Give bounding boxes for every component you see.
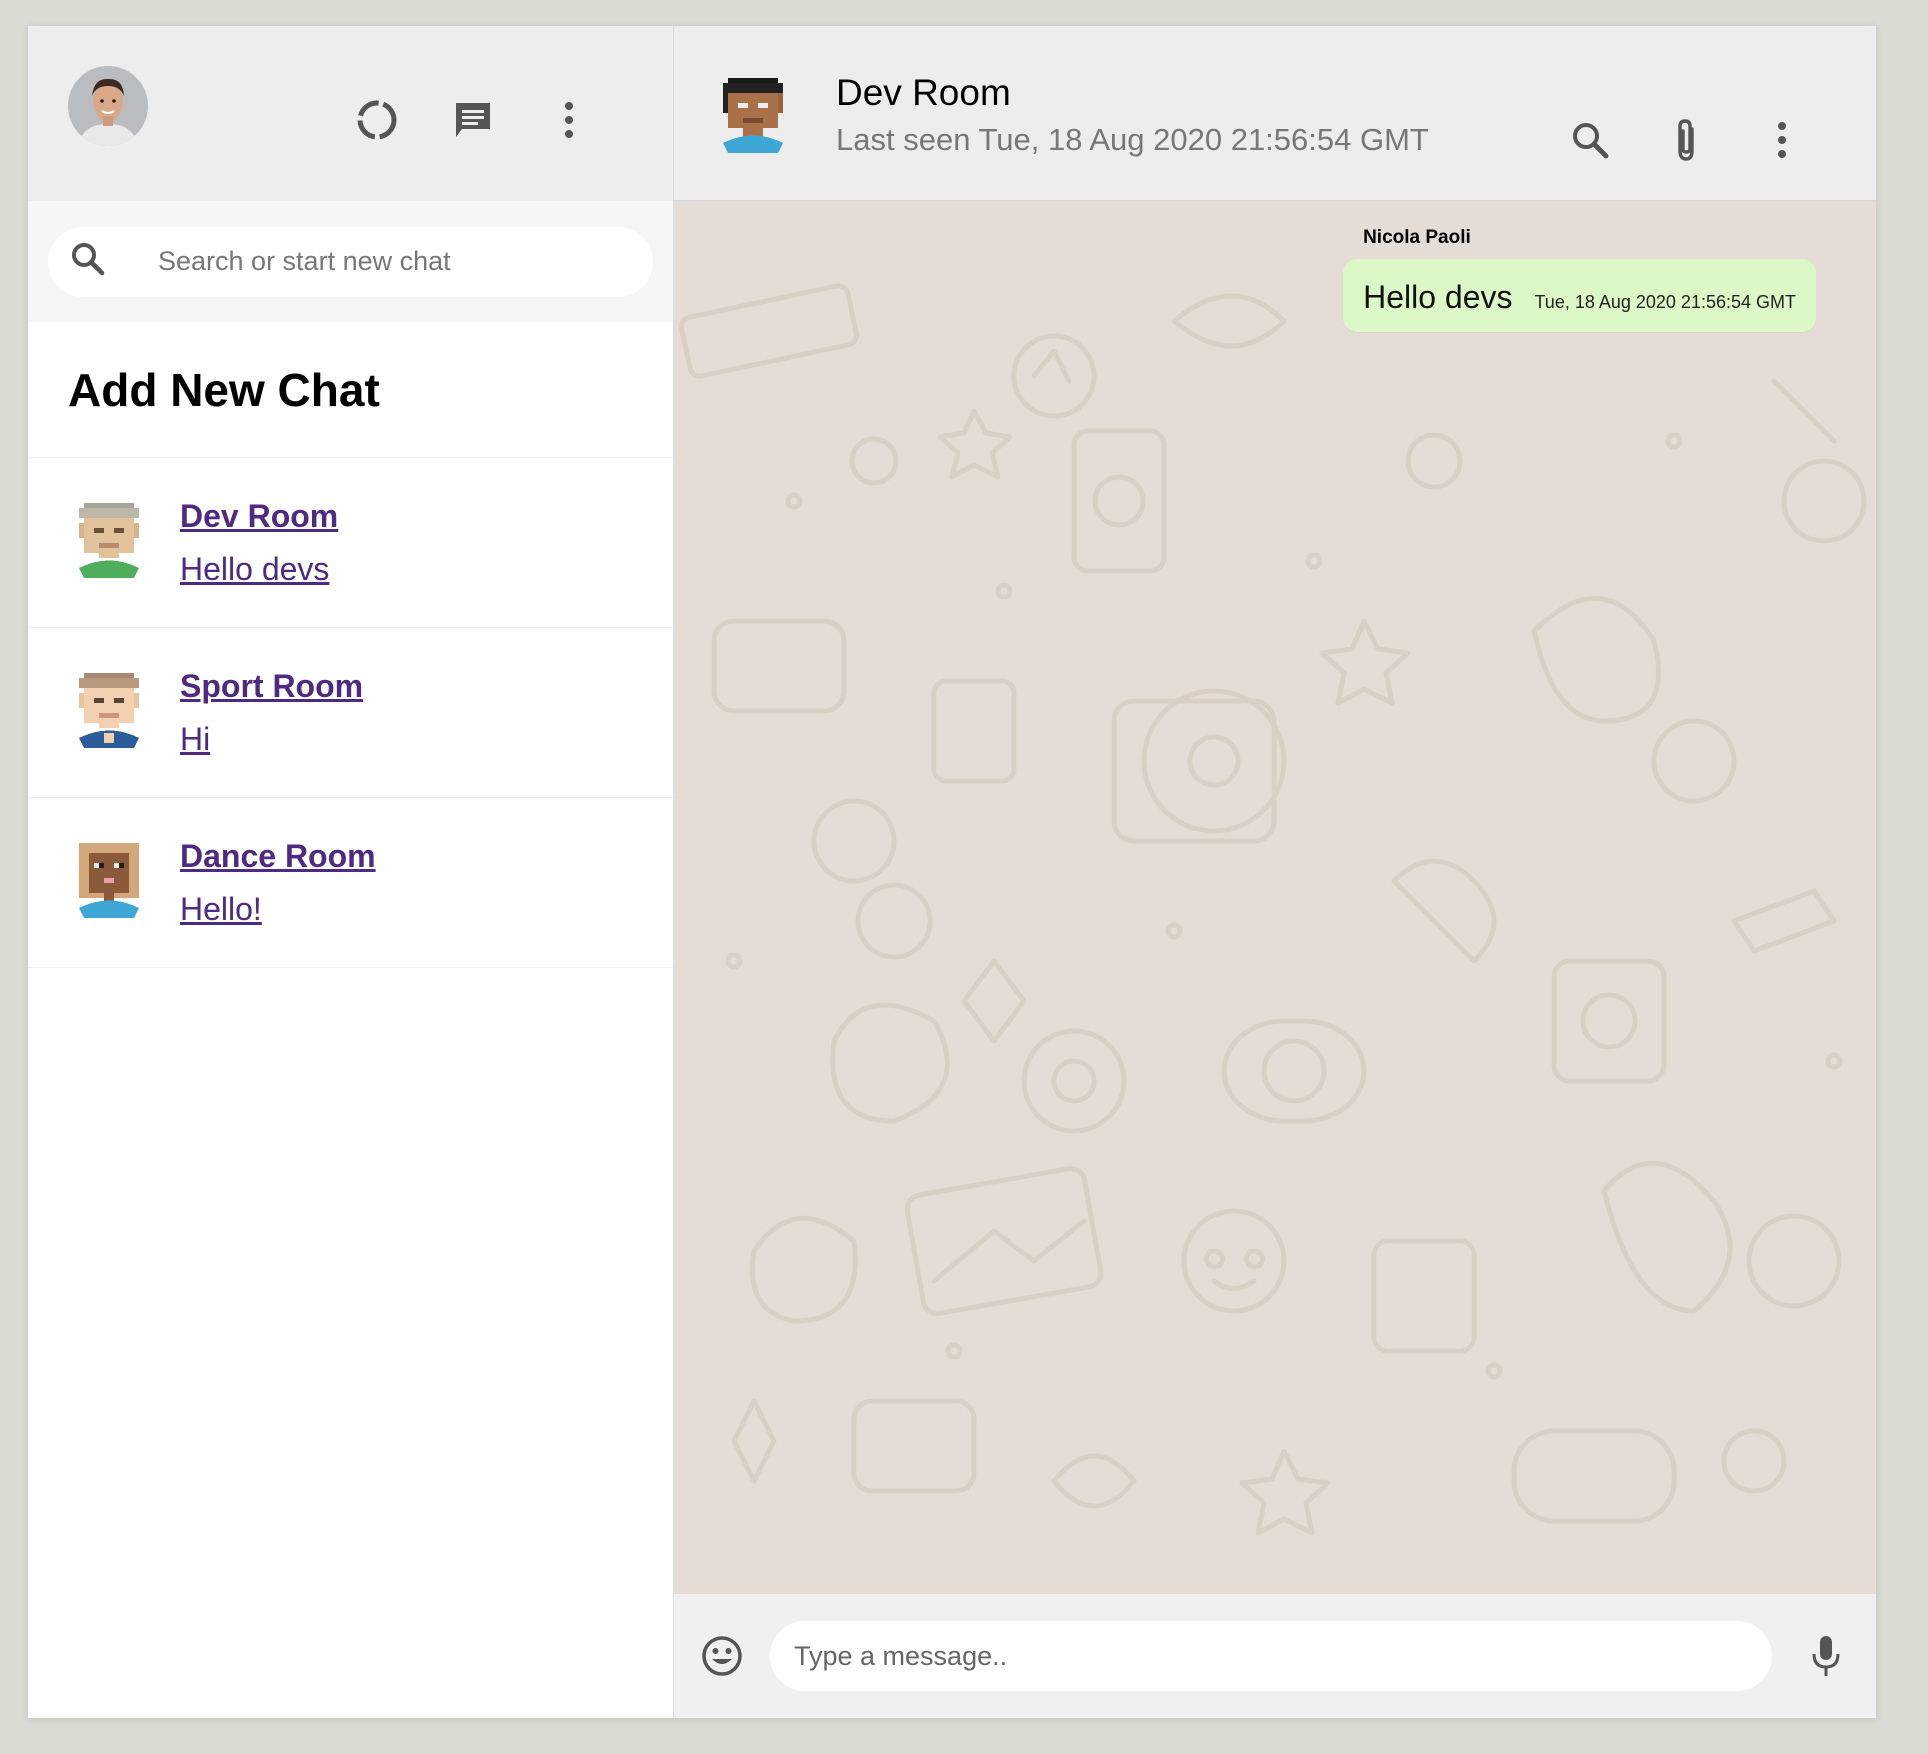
chat-body: Nicola Paoli Hello devs Tue, 18 Aug 2020… bbox=[674, 201, 1876, 1594]
status-icon[interactable] bbox=[329, 88, 425, 152]
app-window: Add New Chat Dev Room He bbox=[28, 26, 1876, 1718]
sidebar: Add New Chat Dev Room He bbox=[28, 26, 674, 1718]
mic-icon[interactable] bbox=[1802, 1632, 1850, 1680]
chat-list-item[interactable]: Dance Room Hello! bbox=[28, 798, 673, 968]
chat-list-item[interactable]: Sport Room Hi bbox=[28, 628, 673, 798]
pixel-avatar-blue bbox=[74, 672, 144, 753]
message-sender: Nicola Paoli bbox=[1363, 227, 1471, 248]
search-input[interactable] bbox=[156, 245, 580, 278]
sidebar-header bbox=[28, 26, 673, 201]
emoji-icon[interactable] bbox=[698, 1632, 746, 1680]
pixel-avatar-green bbox=[74, 502, 144, 583]
avatar[interactable] bbox=[68, 66, 148, 146]
message-input[interactable] bbox=[792, 1639, 1772, 1673]
attach-icon[interactable] bbox=[1638, 108, 1734, 172]
message-timestamp: Tue, 18 Aug 2020 21:56:54 GMT bbox=[1534, 292, 1796, 312]
room-avatar[interactable] bbox=[718, 78, 788, 158]
wallpaper-pattern bbox=[678, 283, 1867, 1536]
add-new-chat[interactable]: Add New Chat bbox=[28, 322, 673, 458]
more-vert-icon[interactable] bbox=[1734, 108, 1830, 172]
chat-last-message[interactable]: Hi bbox=[180, 721, 363, 758]
pixel-avatar-cyan bbox=[74, 842, 144, 923]
last-seen-text: Last seen Tue, 18 Aug 2020 21:56:54 GMT bbox=[836, 122, 1429, 157]
chat-name[interactable]: Dev Room bbox=[180, 498, 338, 535]
add-new-chat-label: Add New Chat bbox=[68, 363, 380, 416]
room-title: Dev Room bbox=[836, 72, 1011, 113]
message: Nicola Paoli Hello devs Tue, 18 Aug 2020… bbox=[1343, 227, 1816, 332]
chat-name[interactable]: Sport Room bbox=[180, 668, 363, 705]
message-bubble: Hello devs Tue, 18 Aug 2020 21:56:54 GMT bbox=[1343, 259, 1816, 332]
chat-last-message[interactable]: Hello devs bbox=[180, 551, 338, 588]
chat-header: Dev Room Last seen Tue, 18 Aug 2020 21:5… bbox=[674, 26, 1876, 201]
chat-panel: Dev Room Last seen Tue, 18 Aug 2020 21:5… bbox=[674, 26, 1876, 1718]
chat-footer bbox=[674, 1594, 1876, 1718]
chat-last-message[interactable]: Hello! bbox=[180, 891, 376, 928]
chat-icon[interactable] bbox=[425, 88, 521, 152]
search-box[interactable] bbox=[48, 226, 653, 297]
search-icon bbox=[70, 241, 106, 282]
search-container bbox=[28, 201, 673, 322]
search-icon[interactable] bbox=[1542, 108, 1638, 172]
message-text: Hello devs bbox=[1363, 279, 1513, 315]
message-input-box[interactable] bbox=[770, 1621, 1772, 1691]
more-vert-icon[interactable] bbox=[521, 88, 617, 152]
chat-name[interactable]: Dance Room bbox=[180, 838, 376, 875]
chat-list-item[interactable]: Dev Room Hello devs bbox=[28, 458, 673, 628]
